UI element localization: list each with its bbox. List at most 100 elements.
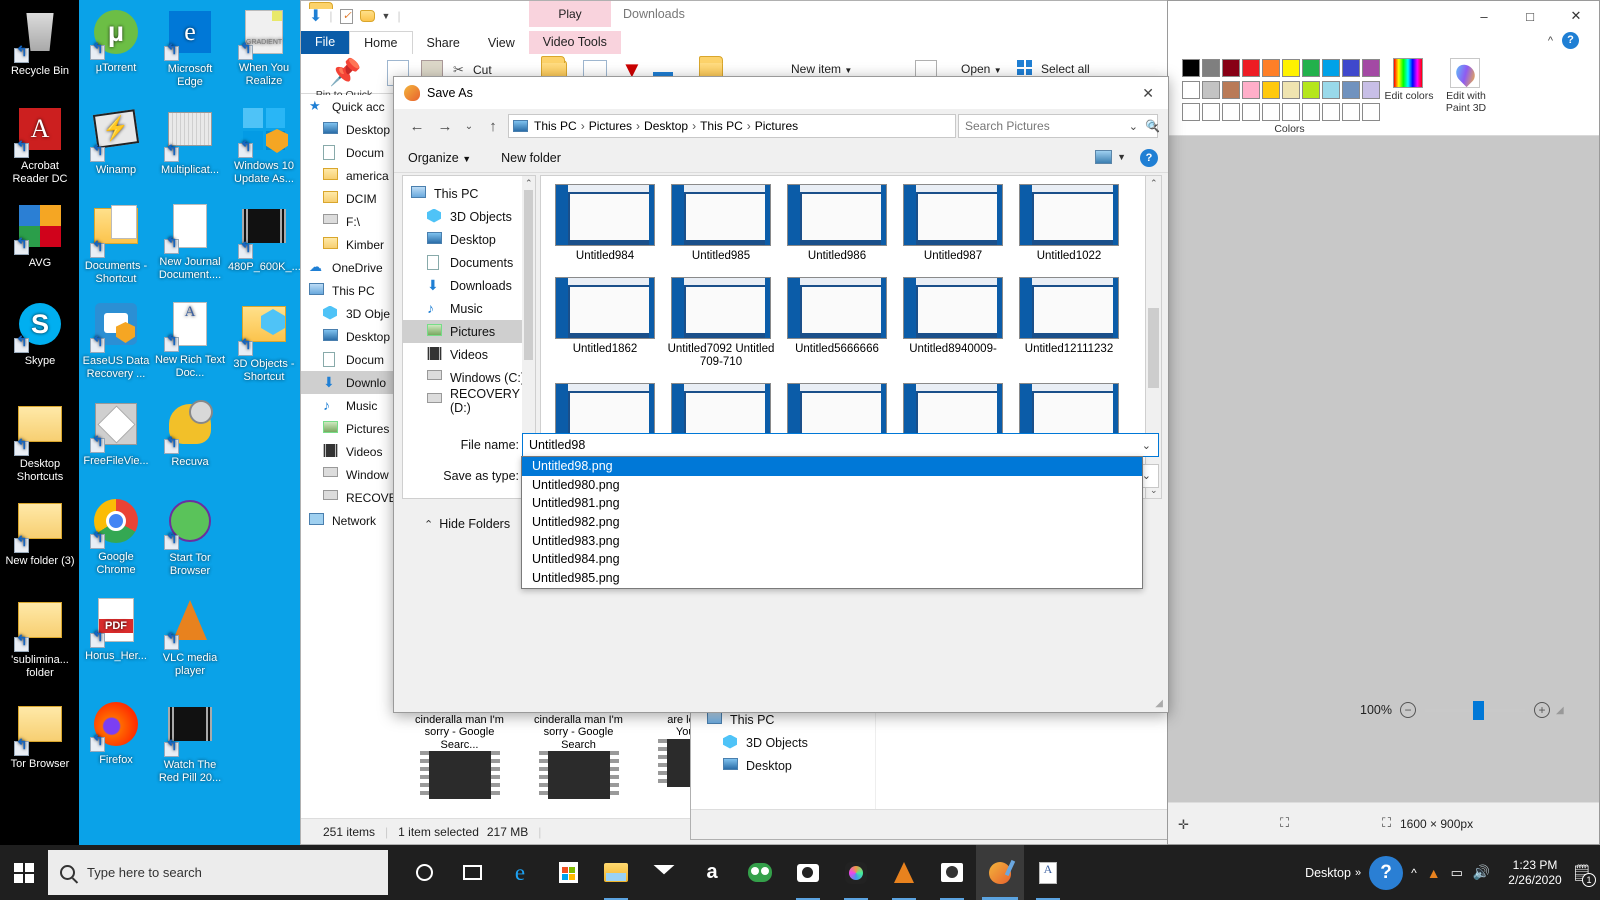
maximize-button[interactable]: □ (1507, 1, 1553, 31)
desktop-icon[interactable]: Tor Browser (3, 700, 77, 771)
save-as-dialog[interactable]: Save As ✕ ← → ⌄ ↑ This PC › Pictures › Deskt… (393, 76, 1169, 713)
edit-colors-icon[interactable] (1393, 58, 1423, 88)
desktop-icon[interactable]: Documents - Shortcut (79, 202, 153, 285)
palette-row-custom[interactable] (1182, 103, 1380, 121)
help-icon[interactable]: ? (1140, 149, 1158, 167)
cortana-icon[interactable] (400, 845, 448, 900)
desktop-icon[interactable]: eMicrosoft Edge (153, 8, 227, 88)
nav-tree-item-pictures[interactable]: Pictures (403, 320, 527, 343)
color-swatch[interactable] (1342, 81, 1360, 99)
collapse-ribbon-icon[interactable]: ^ (1548, 35, 1553, 47)
file-thumbnail-item[interactable]: Untitled1862 (547, 277, 663, 369)
paint-colors-group[interactable]: Colors Edit colors Edit with Paint 3D (1168, 53, 1599, 136)
color-swatch[interactable] (1182, 103, 1200, 121)
edit-with-paint3d-icon[interactable] (1450, 58, 1480, 88)
color-swatch[interactable] (1302, 59, 1320, 77)
file-name-input[interactable]: Untitled98 ⌄ (522, 433, 1159, 457)
mail-icon[interactable] (640, 845, 688, 900)
color-swatch[interactable] (1262, 59, 1280, 77)
dropdown-option[interactable]: Untitled985.png (522, 569, 1142, 588)
edit-with-paint3d-label[interactable]: Edit with Paint 3D (1436, 90, 1496, 114)
new-item-label[interactable]: New item ▼ (791, 62, 852, 76)
desktop-icon[interactable]: Recycle Bin (3, 8, 77, 78)
nav-tree-item-downloads[interactable]: ⬇ Downloads (403, 274, 527, 297)
help-icon[interactable]: ? (1562, 32, 1579, 49)
system-tray[interactable]: Desktop » ? ^ ▲ ▭ 🔊 1:23 PM 2/26/2020 🗒 … (1305, 845, 1600, 900)
color-swatch[interactable] (1362, 81, 1380, 99)
dropdown-option[interactable]: Untitled983.png (522, 532, 1142, 551)
desktop-icon[interactable]: Start Tor Browser (153, 497, 227, 577)
chevron-up-icon[interactable]: ^ (1411, 866, 1417, 880)
breadcrumb-item[interactable]: This PC (534, 119, 577, 133)
chevron-down-icon[interactable]: ▼ (1117, 152, 1126, 162)
paint-icon[interactable] (976, 845, 1024, 900)
file-thumbnail-item[interactable]: Untitled987 (895, 184, 1011, 263)
breadcrumb-item[interactable]: This PC (700, 119, 743, 133)
explorer-front-nav-item-desktop[interactable]: Desktop (691, 754, 875, 777)
volume-icon[interactable]: 🔊 (1473, 864, 1490, 881)
view-layout-icon[interactable] (1095, 150, 1112, 164)
desktop-icon[interactable]: EaseUS Data Recovery ... (79, 300, 153, 380)
desktop-icon[interactable]: 'sublimina... folder (3, 596, 77, 679)
color-swatch[interactable] (1342, 59, 1360, 77)
quick-access-toolbar[interactable]: ⬇ | ✓ ▼ | (309, 6, 401, 26)
color-swatch[interactable] (1222, 81, 1240, 99)
desktop-icon[interactable]: PDF Horus_Her... (79, 596, 153, 663)
camera-app-icon[interactable] (784, 845, 832, 900)
desktop-icon[interactable]: ANew Rich Text Doc... (153, 300, 227, 379)
forward-button[interactable]: → (432, 113, 458, 139)
desktop-icon[interactable]: AAcrobat Reader DC (3, 105, 77, 185)
scroll-thumb[interactable] (1148, 308, 1159, 388)
battery-icon[interactable]: ▭ (1451, 865, 1463, 881)
color-swatch[interactable] (1322, 103, 1340, 121)
color-swatch[interactable] (1322, 59, 1340, 77)
tab-video-tools[interactable]: Video Tools (528, 31, 621, 54)
breadcrumb-item[interactable]: Pictures (755, 119, 798, 133)
tab-view[interactable]: View (474, 32, 529, 54)
scroll-up-arrow[interactable]: ⌃ (1150, 178, 1158, 189)
new-folder-button[interactable]: New folder (501, 151, 561, 165)
resize-grip-icon[interactable]: ◢ (1556, 705, 1564, 716)
color-swatch[interactable] (1202, 103, 1220, 121)
color-swatch[interactable] (1182, 81, 1200, 99)
color-swatch[interactable] (1182, 59, 1200, 77)
save-as-toolbar[interactable]: Organize ▼ New folder ▼ ? (394, 143, 1168, 173)
chevron-down-icon[interactable]: ⌄ (1142, 439, 1151, 452)
scroll-thumb[interactable] (524, 190, 533, 360)
new-folder-icon[interactable] (359, 10, 375, 22)
desktop-icon[interactable]: New folder (3) (3, 497, 77, 568)
recent-locations-button[interactable]: ⌄ (460, 113, 478, 139)
pin-to-quick-access-icon[interactable]: 📌 (329, 57, 361, 88)
start-button[interactable] (0, 845, 48, 900)
color-swatch[interactable] (1242, 81, 1260, 99)
desktop-icon[interactable]: Google Chrome (79, 497, 153, 576)
file-name-dropdown-list[interactable]: Untitled98.png Untitled980.png Untitled981… (521, 456, 1143, 589)
desktop-icon[interactable]: New Journal Document.... (153, 202, 227, 281)
help-icon[interactable]: ? (1369, 855, 1404, 890)
explorer-file-item[interactable]: google.com - cinderalla man I'm sorry - … (530, 701, 627, 811)
color-swatch[interactable] (1282, 103, 1300, 121)
file-thumbnail-item[interactable]: Untitled985 (663, 184, 779, 263)
wordpad-icon[interactable]: A (1024, 845, 1072, 900)
microsoft-store-icon[interactable] (544, 845, 592, 900)
up-button[interactable]: ↑ (480, 113, 506, 139)
snipping-tool-icon[interactable] (928, 845, 976, 900)
dropdown-option[interactable]: Untitled980.png (522, 476, 1142, 495)
nav-tree-item-recovery-d-[interactable]: RECOVERY (D:) (403, 387, 527, 415)
desktop-icon[interactable]: Multiplicat... (153, 105, 227, 177)
color-swatch[interactable] (1362, 103, 1380, 121)
vlc-icon[interactable] (880, 845, 928, 900)
file-thumbnail-item[interactable]: Untitled7092 Untitled 709-710 (663, 277, 779, 369)
resize-grip-icon[interactable]: ◢ (1155, 698, 1163, 709)
desktop-icon[interactable]: AVG (3, 202, 77, 270)
back-button[interactable]: ← (404, 113, 430, 139)
save-as-navigation-row[interactable]: ← → ⌄ ↑ This PC › Pictures › Desktop › This PC… (394, 109, 1168, 143)
photo-viewer-icon[interactable] (832, 845, 880, 900)
desktop-icon[interactable]: Firefox (79, 700, 153, 767)
edge-icon[interactable]: e (496, 845, 544, 900)
color-swatch[interactable] (1222, 59, 1240, 77)
cut-label[interactable]: Cut (473, 63, 492, 77)
breadcrumb-item[interactable]: Desktop (644, 119, 688, 133)
minimize-button[interactable]: – (1461, 1, 1507, 31)
open-label[interactable]: Open ▼ (961, 62, 1002, 76)
